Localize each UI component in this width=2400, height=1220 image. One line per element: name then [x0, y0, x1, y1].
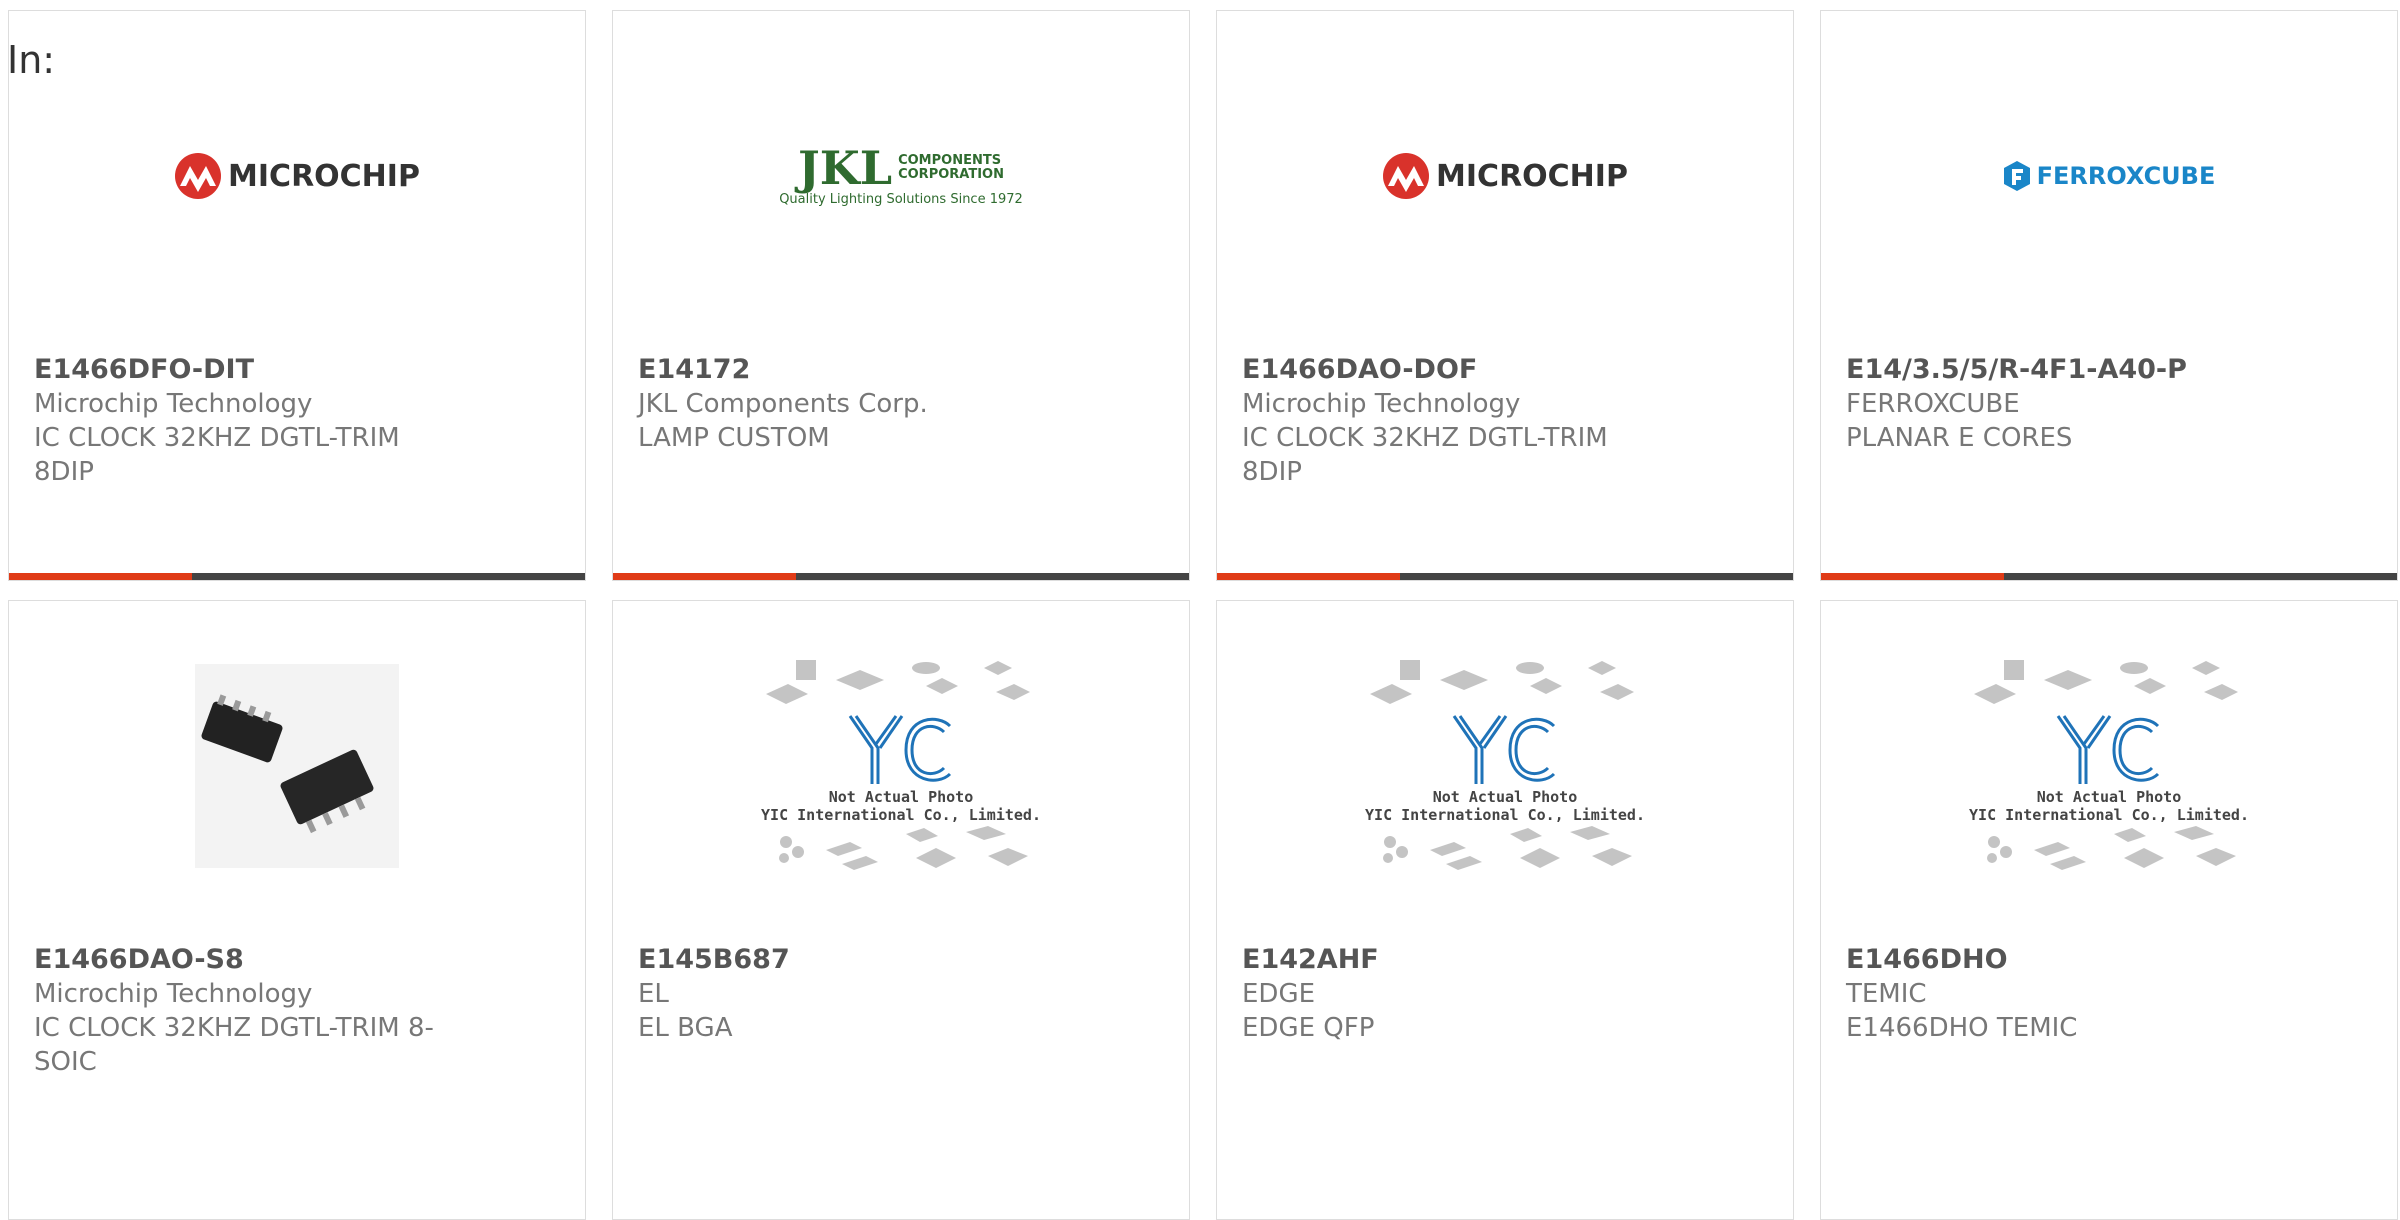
manufacturer: JKL Components Corp. — [638, 389, 928, 419]
placeholder-image: Not Actual Photo YIC International Co., … — [761, 656, 1041, 876]
product-card[interactable]: E1466DAO-S8 Microchip Technology IC CLOC… — [8, 600, 586, 1220]
manufacturer-logo: MICROCHIP — [1217, 11, 1793, 341]
description: IC CLOCK 32KHZ DGTL-TRIM 8-SOIC — [34, 1013, 434, 1077]
components-top-icon — [766, 660, 1030, 704]
product-card[interactable]: Not Actual Photo YIC International Co., … — [612, 600, 1190, 1220]
manufacturer: TEMIC — [1846, 979, 1927, 1009]
yic-logo-icon — [1452, 715, 1556, 784]
manufacturer: Microchip Technology — [1242, 389, 1521, 419]
ferroxcube-logo-icon — [2003, 161, 2030, 191]
part-number[interactable]: E1466DFO-DIT — [34, 353, 454, 387]
product-card[interactable]: Not Actual Photo YIC International Co., … — [1820, 600, 2398, 1220]
product-card[interactable]: MICROCHIP E1466DAO-DOF Microchip Technol… — [1216, 10, 1794, 581]
manufacturer: EL — [638, 979, 669, 1009]
manufacturer: Microchip Technology — [34, 979, 313, 1009]
part-number[interactable]: E14172 — [638, 353, 1058, 387]
description: IC CLOCK 32KHZ DGTL-TRIM 8DIP — [1242, 423, 1608, 487]
manufacturer: EDGE — [1242, 979, 1316, 1009]
logo-small-text: CORPORATION — [898, 166, 1004, 182]
placeholder-text: Not Actual Photo — [2036, 788, 2182, 806]
part-number[interactable]: E1466DAO-DOF — [1242, 353, 1662, 387]
product-image: Not Actual Photo YIC International Co., … — [1821, 651, 2397, 881]
product-card[interactable]: JKL COMPONENTS CORPORATION Quality Light… — [612, 10, 1190, 581]
microchip-logo-icon — [1383, 153, 1430, 199]
placeholder-text: YIC International Co., Limited. — [1365, 806, 1645, 824]
logo-tagline: Quality Lighting Solutions Since 1972 — [779, 191, 1023, 207]
logo-text: JKL — [798, 140, 893, 195]
product-card[interactable]: FERROXCUBE E14/3.5/5/R-4F1-A40-P FERROXC… — [1820, 10, 2398, 581]
yic-logo-icon — [2056, 715, 2160, 784]
card-bottom-bar — [613, 573, 1189, 580]
components-top-icon — [1974, 660, 2238, 704]
product-grid: MICROCHIP E1466DFO-DIT Microchip Technol… — [8, 10, 2400, 1220]
description: PLANAR E CORES — [1846, 423, 2073, 453]
part-number[interactable]: E1466DHO — [1846, 943, 2266, 977]
product-card[interactable]: Not Actual Photo YIC International Co., … — [1216, 600, 1794, 1220]
placeholder-text: YIC International Co., Limited. — [1969, 806, 2249, 824]
manufacturer: FERROXCUBE — [1846, 389, 2020, 419]
description: EDGE QFP — [1242, 1013, 1375, 1043]
product-card[interactable]: MICROCHIP E1466DFO-DIT Microchip Technol… — [8, 10, 586, 581]
description: IC CLOCK 32KHZ DGTL-TRIM 8DIP — [34, 423, 400, 487]
chip-photo — [195, 664, 399, 868]
placeholder-text: Not Actual Photo — [1432, 788, 1578, 806]
components-bottom-icon — [779, 826, 1028, 870]
in-label: In: — [7, 38, 56, 82]
part-number[interactable]: E142AHF — [1242, 943, 1662, 977]
components-bottom-icon — [1383, 826, 1632, 870]
microchip-logo-icon — [175, 153, 222, 199]
part-number[interactable]: E145B687 — [638, 943, 1058, 977]
components-top-icon — [1370, 660, 1634, 704]
description: EL BGA — [638, 1013, 733, 1043]
card-bottom-bar — [1821, 573, 2397, 580]
placeholder-image: Not Actual Photo YIC International Co., … — [1365, 656, 1645, 876]
manufacturer: Microchip Technology — [34, 389, 313, 419]
placeholder-image: Not Actual Photo YIC International Co., … — [1969, 656, 2249, 876]
logo-text: FERROXCUBE — [2036, 162, 2216, 190]
placeholder-text: Not Actual Photo — [828, 788, 974, 806]
product-image: Not Actual Photo YIC International Co., … — [1217, 651, 1793, 881]
part-number[interactable]: E1466DAO-S8 — [34, 943, 454, 977]
card-bottom-bar — [1217, 573, 1793, 580]
product-image: Not Actual Photo YIC International Co., … — [613, 651, 1189, 881]
yic-logo-icon — [848, 715, 952, 784]
description: LAMP CUSTOM — [638, 423, 830, 453]
description: E1466DHO TEMIC — [1846, 1013, 2078, 1043]
placeholder-text: YIC International Co., Limited. — [761, 806, 1041, 824]
card-bottom-bar — [9, 573, 585, 580]
logo-text: MICROCHIP — [1436, 158, 1628, 194]
components-bottom-icon — [1987, 826, 2236, 870]
logo-text: MICROCHIP — [228, 158, 420, 194]
logo-small-text: COMPONENTS — [898, 152, 1002, 168]
manufacturer-logo: JKL COMPONENTS CORPORATION Quality Light… — [613, 11, 1189, 341]
manufacturer-logo: MICROCHIP — [9, 11, 585, 341]
part-number[interactable]: E14/3.5/5/R-4F1-A40-P — [1846, 353, 2266, 387]
product-image — [9, 651, 585, 881]
manufacturer-logo: FERROXCUBE — [1821, 11, 2397, 341]
